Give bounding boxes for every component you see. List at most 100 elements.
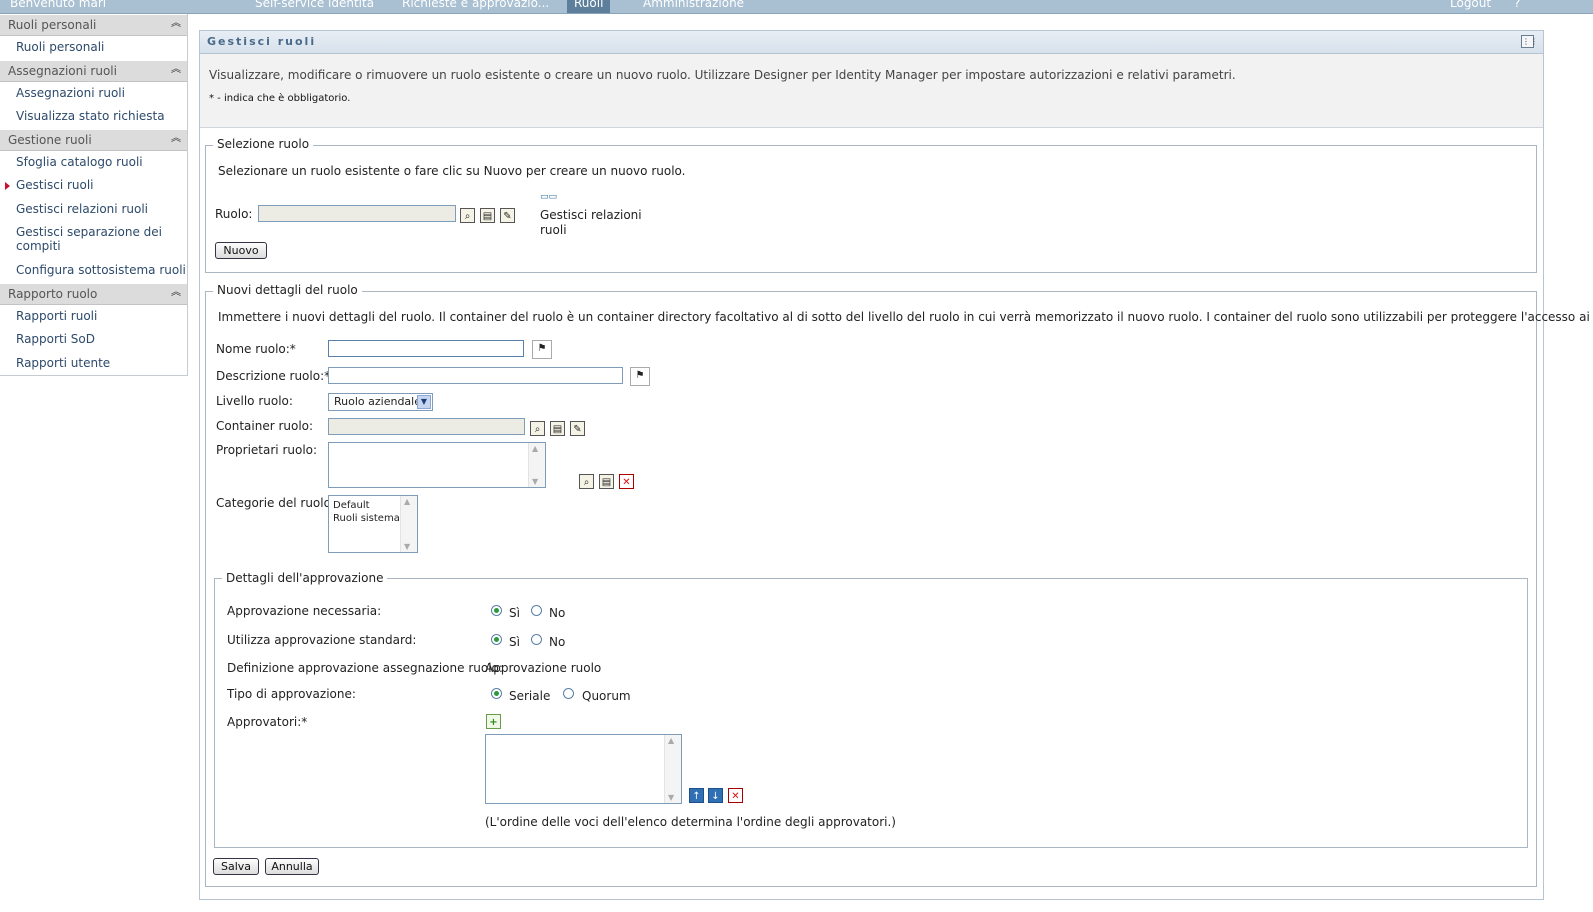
- sidebar-item-role-assignments[interactable]: Assegnazioni ruoli: [0, 82, 187, 106]
- scrollbar[interactable]: ▲ ▼: [664, 735, 681, 803]
- collapse-icon[interactable]: ︽: [169, 17, 183, 31]
- required-note: * - indica che è obbligatorio.: [209, 93, 351, 104]
- history-icon[interactable]: ▤: [480, 208, 495, 223]
- sidebar-section-label: Rapporto ruolo: [8, 286, 98, 301]
- sidebar-section-role-report[interactable]: Rapporto ruolo ︽: [0, 282, 187, 305]
- no-label: No: [549, 635, 566, 649]
- role-level-value: Ruolo aziendale: [334, 395, 421, 408]
- history-icon[interactable]: ▤: [599, 474, 614, 489]
- role-selection-hint: Selezionare un ruolo esistente o fare cl…: [218, 164, 686, 178]
- category-option[interactable]: Default: [333, 499, 370, 512]
- manage-relations-link[interactable]: Gestisci relazioni: [540, 208, 642, 222]
- approvers-list[interactable]: ▲ ▼: [485, 734, 682, 804]
- sidebar-item-personal-roles[interactable]: Ruoli personali: [0, 36, 187, 60]
- approval-definition-label: Definizione approvazione assegnazione ru…: [227, 661, 503, 675]
- sidebar-item-role-reports[interactable]: Rapporti ruoli: [0, 305, 187, 329]
- role-owners-list[interactable]: ▲ ▼: [328, 442, 546, 488]
- approval-required-yes-radio[interactable]: [491, 605, 502, 616]
- panel-title: Gestisci ruoli: [207, 35, 317, 48]
- localize-icon[interactable]: ⚑: [532, 340, 552, 359]
- sidebar-section-label: Ruoli personali: [8, 18, 97, 32]
- approval-details-legend: Dettagli dell'approvazione: [222, 571, 388, 585]
- role-name-label: Nome ruolo:*: [216, 342, 296, 356]
- sidebar-item-separation-of-duties[interactable]: Gestisci separazione dei compiti: [0, 221, 187, 259]
- role-description-label: Descrizione ruolo:*: [216, 369, 331, 383]
- tab-self-service[interactable]: Self-service identità: [255, 0, 374, 10]
- sidebar-item-request-status[interactable]: Visualizza stato richiesta: [0, 105, 187, 129]
- role-label: Ruolo:: [215, 207, 253, 221]
- role-name-input[interactable]: [328, 340, 524, 357]
- welcome-text: Benvenuto mari: [10, 0, 107, 10]
- move-down-icon[interactable]: ↓: [708, 788, 723, 803]
- chevron-down-icon[interactable]: ▼: [417, 395, 431, 409]
- search-icon[interactable]: ⌕: [579, 474, 594, 489]
- sidebar: Ruoli personali ︽ Ruoli personali Assegn…: [0, 14, 188, 376]
- standard-approval-yes-radio[interactable]: [491, 634, 502, 645]
- collapse-icon[interactable]: ︽: [169, 63, 183, 77]
- role-details-legend: Nuovi dettagli del ruolo: [213, 283, 362, 297]
- panel-settings-icon[interactable]: ⋮⋮: [1521, 35, 1538, 48]
- standard-approval-no-radio[interactable]: [531, 634, 542, 645]
- sidebar-section-role-assignments[interactable]: Assegnazioni ruoli ︽: [0, 59, 187, 82]
- approval-type-quorum-radio[interactable]: [563, 688, 574, 699]
- yes-label: Sì: [509, 635, 520, 649]
- history-icon[interactable]: ▤: [550, 421, 565, 436]
- sidebar-item-user-reports[interactable]: Rapporti utente: [0, 352, 187, 376]
- add-icon[interactable]: +: [486, 714, 501, 729]
- serial-label: Seriale: [509, 689, 551, 703]
- localize-icon[interactable]: ⚑: [630, 367, 650, 386]
- yes-label: Sì: [509, 606, 520, 620]
- sidebar-item-configure-subsystem[interactable]: Configura sottosistema ruoli: [0, 259, 187, 283]
- manage-relations-link-line2[interactable]: ruoli: [540, 223, 567, 237]
- collapse-icon[interactable]: ︽: [169, 132, 183, 146]
- edit-icon[interactable]: ✎: [500, 208, 515, 223]
- tab-administration[interactable]: Amministrazione: [643, 0, 744, 10]
- role-categories-list[interactable]: ▲ ▼ Default Ruoli sistema: [328, 495, 418, 553]
- role-container-label: Container ruolo:: [216, 419, 314, 433]
- role-level-label: Livello ruolo:: [216, 394, 293, 408]
- edit-icon[interactable]: ✎: [570, 421, 585, 436]
- panel-titlebar: Gestisci ruoli ⋮⋮: [200, 31, 1543, 54]
- search-icon[interactable]: ⌕: [460, 208, 475, 223]
- logout-link[interactable]: Logout: [1450, 0, 1491, 10]
- tab-roles-label: Ruoli: [574, 0, 604, 10]
- approval-definition-value: Approvazione ruolo: [485, 661, 602, 675]
- approval-type-serial-radio[interactable]: [491, 688, 502, 699]
- role-details-hint: Immettere i nuovi dettagli del ruolo. Il…: [218, 310, 1593, 324]
- sidebar-section-role-management[interactable]: Gestione ruoli ︽: [0, 128, 187, 151]
- sidebar-item-manage-roles[interactable]: Gestisci ruoli: [0, 174, 187, 198]
- category-option[interactable]: Ruoli sistema: [333, 512, 400, 525]
- approval-details-group: [214, 578, 1528, 848]
- remove-icon[interactable]: ✕: [728, 788, 743, 803]
- panel-description-area: Visualizzare, modificare o rimuovere un …: [200, 54, 1543, 128]
- new-button[interactable]: Nuovo: [215, 242, 267, 259]
- role-input[interactable]: [258, 205, 456, 222]
- quorum-label: Quorum: [582, 689, 631, 703]
- role-selection-legend: Selezione ruolo: [213, 137, 314, 151]
- tab-requests-approvals[interactable]: Richieste e approvazio...: [402, 0, 549, 10]
- tab-roles[interactable]: Ruoli: [567, 0, 611, 13]
- cancel-button[interactable]: Annulla: [265, 858, 319, 875]
- manage-roles-panel: Gestisci ruoli ⋮⋮ Visualizzare, modifica…: [199, 30, 1593, 900]
- role-container-input[interactable]: [328, 418, 525, 435]
- role-level-select[interactable]: Ruolo aziendale ▼: [328, 393, 433, 411]
- sidebar-section-personal-roles[interactable]: Ruoli personali ︽: [0, 14, 187, 36]
- scrollbar[interactable]: ▲ ▼: [400, 496, 417, 552]
- remove-icon[interactable]: ✕: [619, 474, 634, 489]
- role-relations-icon[interactable]: ▭▭: [540, 192, 557, 202]
- move-up-icon[interactable]: ↑: [689, 788, 704, 803]
- scrollbar[interactable]: ▲ ▼: [528, 443, 545, 487]
- sidebar-section-label: Assegnazioni ruoli: [8, 63, 117, 78]
- approval-type-label: Tipo di approvazione:: [227, 687, 356, 701]
- sidebar-item-browse-catalog[interactable]: Sfoglia catalogo ruoli: [0, 151, 187, 175]
- collapse-icon[interactable]: ︽: [169, 286, 183, 300]
- sidebar-item-sod-reports[interactable]: Rapporti SoD: [0, 328, 187, 352]
- save-button[interactable]: Salva: [213, 858, 259, 875]
- search-icon[interactable]: ⌕: [530, 421, 545, 436]
- sidebar-item-role-relationships[interactable]: Gestisci relazioni ruoli: [0, 198, 187, 222]
- help-link[interactable]: ?: [1514, 0, 1520, 10]
- approval-required-label: Approvazione necessaria:: [227, 604, 382, 618]
- approval-required-no-radio[interactable]: [531, 605, 542, 616]
- role-description-input[interactable]: [328, 367, 623, 384]
- role-categories-label: Categorie del ruolo:: [216, 496, 335, 510]
